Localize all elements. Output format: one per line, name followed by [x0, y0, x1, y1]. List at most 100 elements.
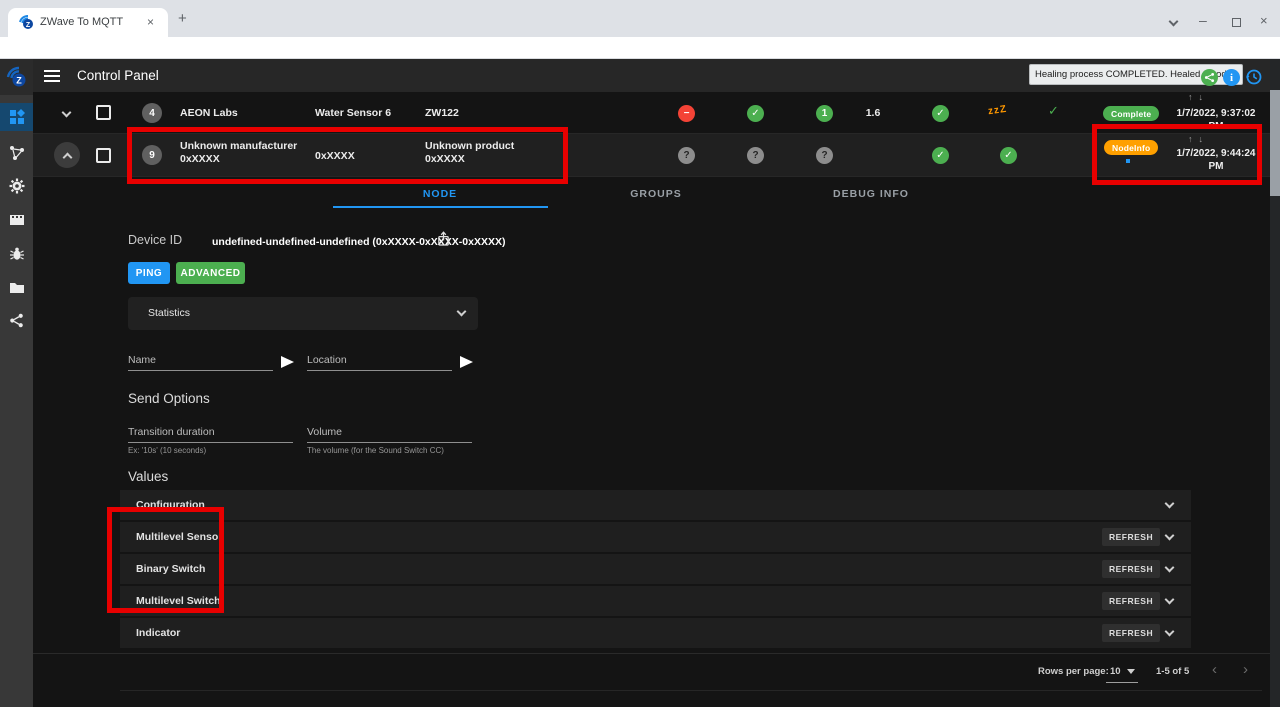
value-group-configuration[interactable]: Configuration: [120, 490, 1191, 520]
sidebar-item-network-graph[interactable]: [8, 144, 25, 161]
folder-icon: [9, 280, 25, 296]
chevron-down-icon[interactable]: [1165, 499, 1175, 509]
transition-duration-input[interactable]: [128, 424, 293, 443]
heal-network-icon[interactable]: [1201, 69, 1218, 86]
browser-toolbar: ← → ↻ ⚠ Not secure 192.168.0.150:8091/co…: [0, 37, 1280, 59]
secure-unknown-icon: ?: [678, 147, 695, 164]
interview-done-check-icon: ✓: [1048, 103, 1059, 119]
next-page-icon[interactable]: ›: [1243, 661, 1248, 678]
page-scrollbar-thumb[interactable]: [1270, 90, 1280, 196]
name-input[interactable]: [128, 352, 273, 371]
device-id-label: Device ID: [128, 233, 182, 247]
value-group-multilevel-switch[interactable]: Multilevel Switch REFRESH: [120, 586, 1191, 616]
movie-icon: [9, 212, 25, 228]
window-minimize-button[interactable]: –: [1199, 12, 1207, 28]
volume-input[interactable]: [307, 424, 472, 443]
zwave-favicon-icon: Z: [18, 14, 34, 30]
device-id-value: undefined-undefined-undefined (0xXXXX-0x…: [212, 236, 505, 248]
chevron-down-icon[interactable]: [1165, 531, 1175, 541]
pagination-range: 1-5 of 5: [1156, 666, 1189, 677]
chevron-down-icon[interactable]: [1165, 595, 1175, 605]
refresh-button[interactable]: REFRESH: [1102, 528, 1160, 546]
send-name-icon[interactable]: [281, 356, 294, 368]
cell-product-code: Water Sensor 6: [315, 107, 391, 119]
new-tab-button[interactable]: +: [178, 10, 187, 27]
export-share-icon[interactable]: [437, 231, 450, 246]
tx-rx-arrows-icon: ↑↓: [1188, 92, 1209, 102]
refresh-button[interactable]: REFRESH: [1102, 592, 1160, 610]
cell-firmware: 1.6: [860, 107, 886, 119]
page-title: Control Panel: [77, 68, 159, 83]
cell-product: ZW122: [425, 107, 459, 119]
sidebar-item-debug[interactable]: [8, 245, 25, 262]
node-id-badge: 4: [142, 103, 162, 123]
chevron-down-icon[interactable]: [1165, 627, 1175, 637]
info-icon[interactable]: i: [1223, 69, 1240, 86]
collapse-row-button[interactable]: [54, 142, 80, 168]
gear-icon: [9, 178, 25, 194]
refresh-button[interactable]: REFRESH: [1102, 624, 1160, 642]
fail-ok-check-icon: ✓: [932, 147, 949, 164]
send-location-icon[interactable]: [460, 356, 473, 368]
screen: Z ZWave To MQTT × + – × ← → ↻ ⚠ Not secu…: [0, 0, 1280, 720]
tab-node[interactable]: NODE: [385, 188, 495, 200]
row-checkbox[interactable]: [96, 105, 111, 120]
sidebar-item-share[interactable]: [8, 312, 25, 329]
annotation-rectangle-nodeinfo-date: [1092, 124, 1262, 185]
transition-duration-hint: Ex: '10s' (10 seconds): [128, 446, 206, 455]
cell-manufacturer: AEON Labs: [180, 107, 238, 119]
tab-debug-info[interactable]: DEBUG INFO: [816, 188, 926, 200]
svg-text:Z: Z: [26, 22, 31, 29]
select-dropdown-arrow-icon[interactable]: [1127, 669, 1135, 674]
row-checkbox[interactable]: [96, 148, 111, 163]
sidebar-item-settings[interactable]: [8, 177, 25, 194]
window-restore-button[interactable]: [1232, 18, 1241, 27]
refresh-button[interactable]: REFRESH: [1102, 560, 1160, 578]
statistics-label: Statistics: [148, 307, 190, 319]
browser-tab[interactable]: Z ZWave To MQTT ×: [8, 8, 168, 37]
active-tab-underline: [333, 206, 548, 208]
annotation-rectangle-value-groups: [107, 507, 224, 613]
ping-button[interactable]: PING: [128, 262, 170, 284]
hamburger-menu-icon[interactable]: [44, 70, 60, 82]
select-underline: [1106, 682, 1138, 683]
browser-tab-strip: Z ZWave To MQTT × + – ×: [0, 0, 1280, 37]
secure-minus-icon: −: [678, 105, 695, 122]
beaming-check-icon: ✓: [747, 105, 764, 122]
history-icon[interactable]: [1245, 68, 1263, 86]
tab-groups[interactable]: GROUPS: [601, 188, 711, 200]
tab-title: ZWave To MQTT: [40, 16, 140, 28]
value-group-indicator[interactable]: Indicator REFRESH: [120, 618, 1191, 648]
zwave-plus-unknown-icon: ?: [816, 147, 833, 164]
statistics-panel[interactable]: Statistics: [128, 297, 478, 330]
tab-search-chevron-icon[interactable]: [1169, 17, 1179, 27]
svg-text:Z: Z: [16, 76, 22, 86]
footer-divider: [33, 653, 1270, 654]
beaming-unknown-icon: ?: [747, 147, 764, 164]
cell-last-active-date: 1/7/2022, 9:37:02: [1160, 108, 1272, 119]
annotation-rectangle-row9: [127, 127, 568, 184]
rows-per-page-select[interactable]: 10: [1110, 666, 1121, 677]
zwave-plus-icon: 1: [816, 105, 833, 122]
chevron-down-icon[interactable]: [1165, 563, 1175, 573]
value-group-binary-switch[interactable]: Binary Switch REFRESH: [120, 554, 1191, 584]
chevron-up-icon: [62, 152, 72, 162]
volume-hint: The volume (for the Sound Switch CC): [307, 446, 444, 455]
sidebar-item-scenes[interactable]: [8, 211, 25, 228]
advanced-button[interactable]: ADVANCED: [176, 262, 245, 284]
sidebar-item-control-panel[interactable]: [8, 108, 25, 125]
values-heading: Values: [128, 469, 168, 484]
location-input[interactable]: [307, 352, 452, 371]
share-nodes-icon: [9, 313, 24, 328]
sidebar-item-store[interactable]: [8, 279, 25, 296]
window-close-button[interactable]: ×: [1260, 13, 1268, 28]
fail-ok-check-icon: ✓: [932, 105, 949, 122]
previous-page-icon[interactable]: ‹: [1212, 661, 1217, 678]
status-badge-complete: Complete: [1103, 106, 1159, 121]
value-group-label: Indicator: [136, 627, 180, 639]
zwave-logo-icon: Z: [5, 65, 29, 89]
tab-close-icon[interactable]: ×: [147, 15, 154, 29]
widgets-icon: [9, 109, 25, 125]
value-group-multilevel-sensor[interactable]: Multilevel Sensor REFRESH: [120, 522, 1191, 552]
chevron-down-icon[interactable]: [457, 307, 467, 317]
